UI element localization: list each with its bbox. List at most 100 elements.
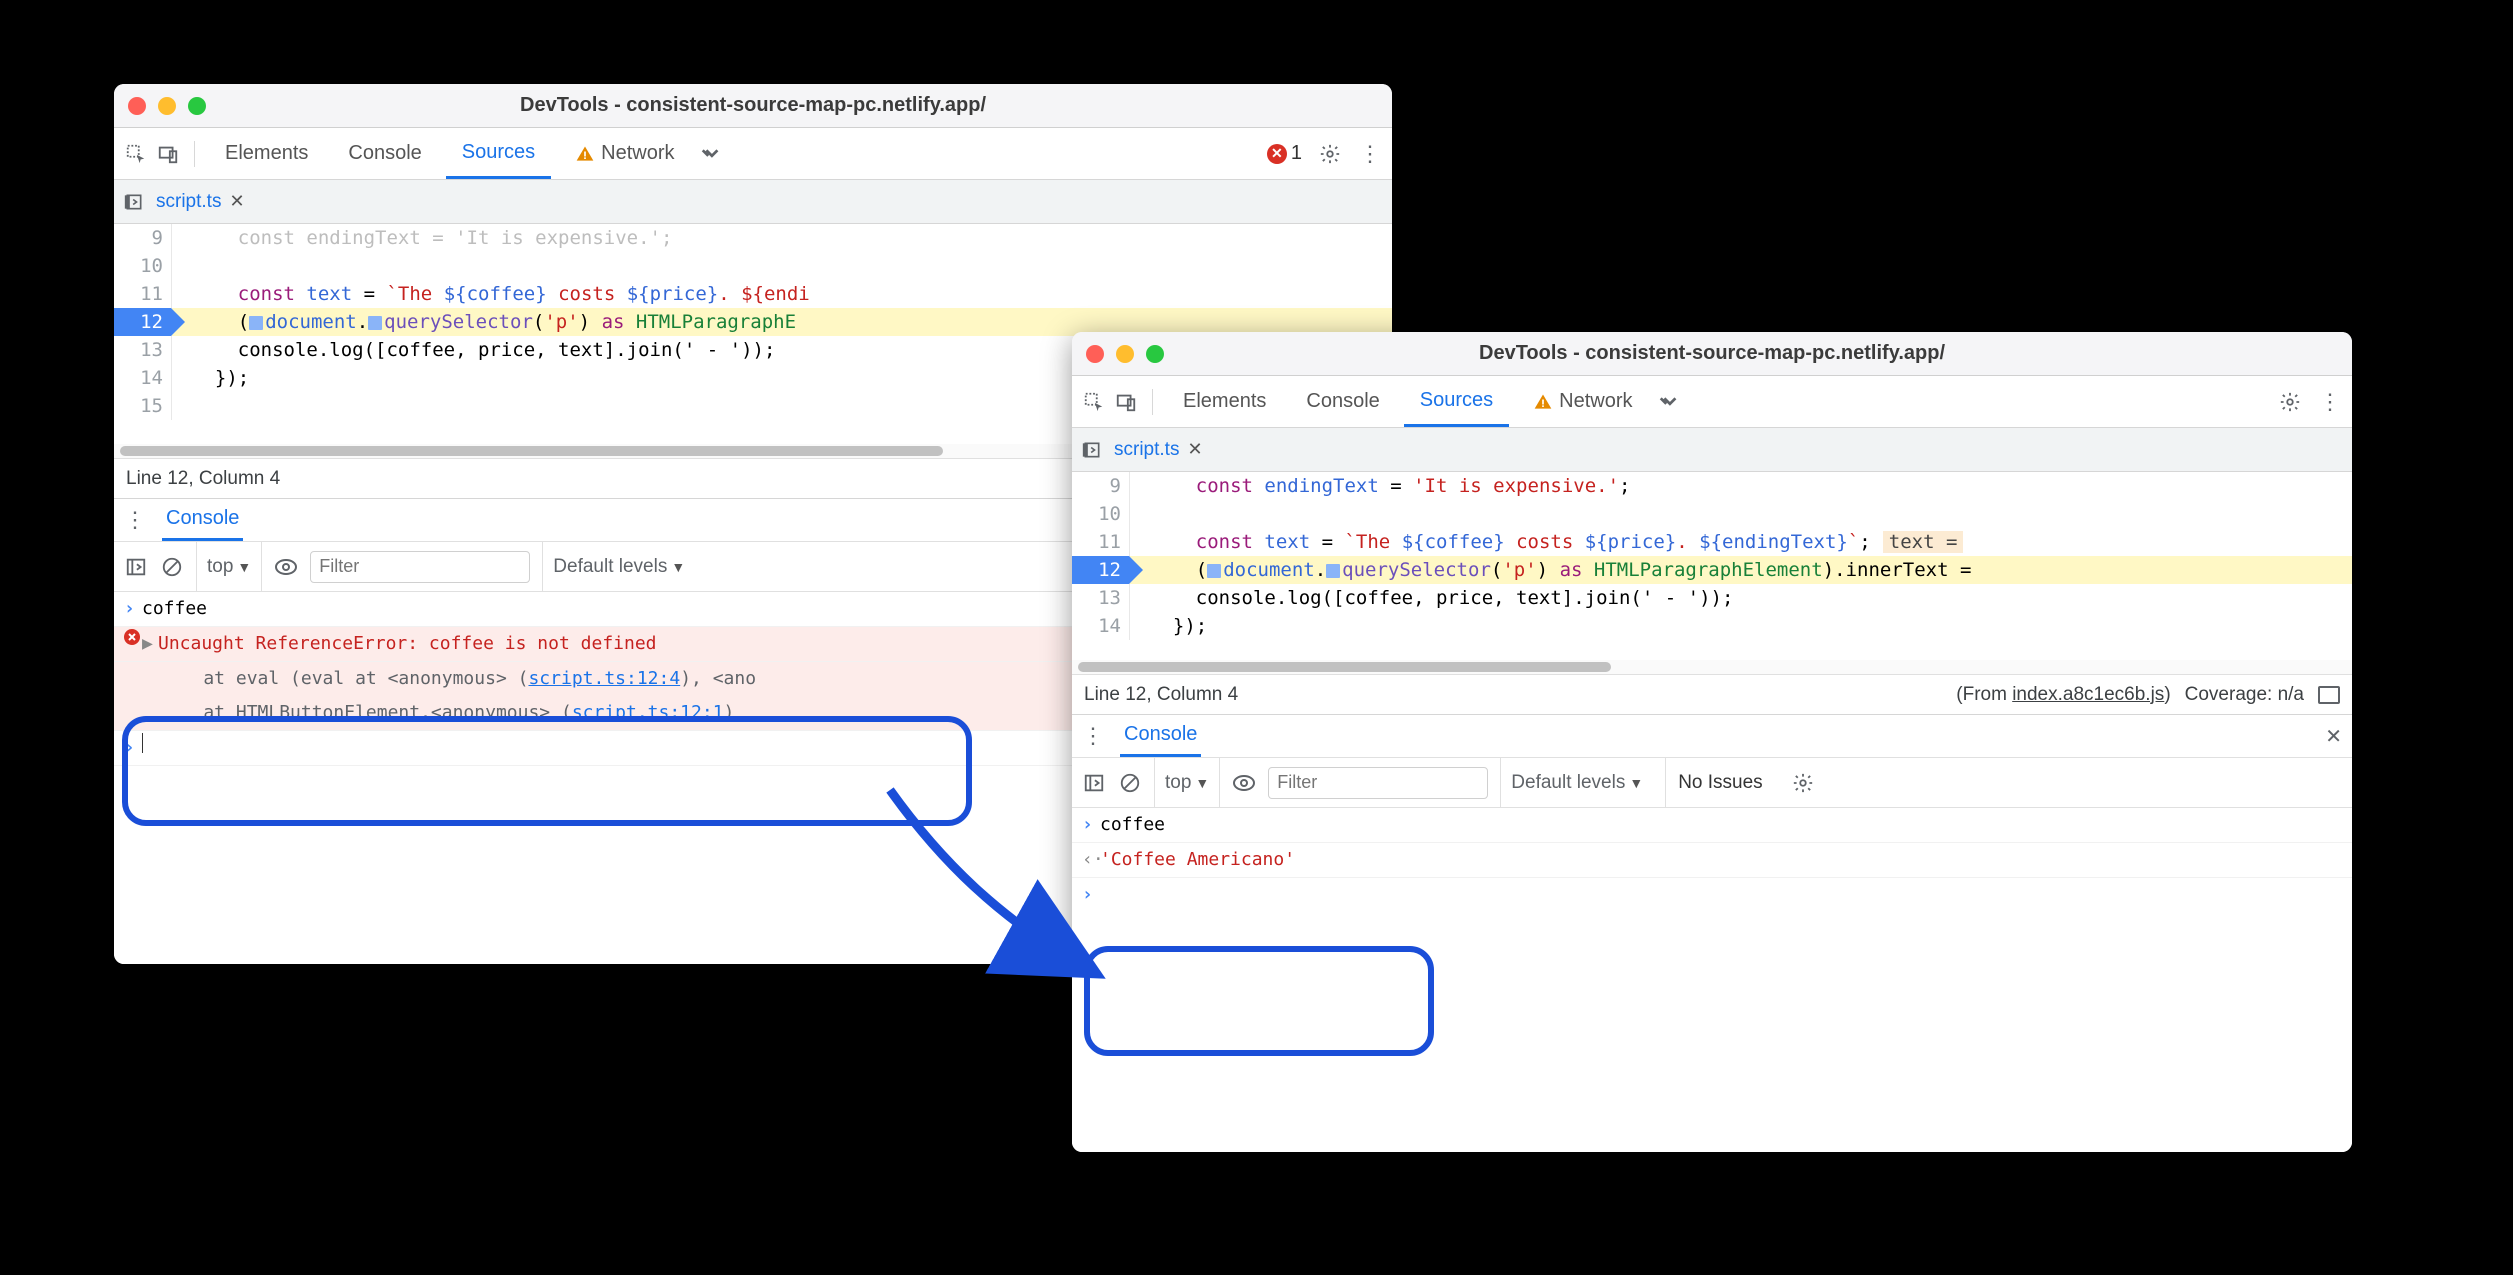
- navigator-icon[interactable]: [1080, 438, 1104, 462]
- minimize-icon[interactable]: [1116, 345, 1134, 363]
- inspect-icon[interactable]: [1082, 390, 1106, 414]
- result-icon: ‹·: [1082, 845, 1100, 875]
- prompt-icon: ›: [124, 733, 142, 763]
- tab-elements[interactable]: Elements: [1167, 378, 1282, 425]
- tab-network[interactable]: Network: [559, 130, 690, 177]
- log-levels[interactable]: Default levels ▼: [542, 542, 695, 591]
- maximize-icon[interactable]: [1146, 345, 1164, 363]
- log-levels-label: Default levels: [1511, 772, 1625, 794]
- inspect-icon[interactable]: [124, 142, 148, 166]
- line-number: 11: [114, 280, 172, 308]
- console-prompt-row[interactable]: ›: [1072, 878, 2352, 912]
- kebab-icon[interactable]: ⋮: [1358, 142, 1382, 166]
- gear-icon[interactable]: [1318, 142, 1342, 166]
- code-editor[interactable]: 9 const endingText = 'It is expensive.';…: [1072, 472, 2352, 660]
- inline-value-hint: text =: [1883, 531, 1964, 553]
- tab-sources[interactable]: Sources: [1404, 377, 1509, 427]
- tab-console[interactable]: Console: [1290, 378, 1395, 425]
- warning-icon: [575, 144, 595, 164]
- more-tabs-icon[interactable]: [699, 142, 723, 166]
- debug-hint-icon: [249, 316, 263, 330]
- sidebar-toggle-icon[interactable]: [124, 555, 148, 579]
- cursor-position: Line 12, Column 4: [1084, 684, 1238, 706]
- close-icon[interactable]: [128, 97, 146, 115]
- main-toolbar: Elements Console Sources Network ✕ 1 ⋮: [114, 128, 1392, 180]
- tab-network[interactable]: Network: [1517, 378, 1648, 425]
- source-map-link[interactable]: index.a8c1ec6b.js: [2012, 684, 2164, 705]
- traffic-lights: [1086, 345, 1164, 363]
- close-icon[interactable]: ✕: [229, 191, 244, 212]
- kebab-icon[interactable]: ⋮: [124, 507, 146, 533]
- log-levels[interactable]: Default levels ▼: [1500, 758, 1653, 807]
- line-number-exec: 12: [1072, 556, 1130, 584]
- close-icon[interactable]: ✕: [2325, 724, 2342, 749]
- error-indicator[interactable]: ✕ 1: [1267, 142, 1302, 165]
- file-tab-scriptts[interactable]: script.ts ✕: [156, 191, 245, 213]
- tab-elements[interactable]: Elements: [209, 130, 324, 177]
- titlebar[interactable]: DevTools - consistent-source-map-pc.netl…: [114, 84, 1392, 128]
- code-line: console.log([coffee, price, text].join('…: [1130, 584, 2352, 612]
- clear-console-icon[interactable]: [160, 555, 184, 579]
- status-bar: Line 12, Column 4 (From index.a8c1ec6b.j…: [1072, 674, 2352, 714]
- tab-network-label: Network: [1559, 390, 1632, 413]
- context-selector[interactable]: top ▼: [1154, 758, 1220, 807]
- drawer-tab-console[interactable]: Console: [1120, 715, 1201, 757]
- chevron-down-icon: ▼: [671, 559, 685, 575]
- tab-sources[interactable]: Sources: [446, 129, 551, 179]
- line-number: 13: [1072, 584, 1130, 612]
- console-result-row: ‹· 'Coffee Americano': [1072, 843, 2352, 878]
- console-toolbar: top ▼ Default levels ▼ No Issues: [1072, 758, 2352, 808]
- line-number: 11: [1072, 528, 1130, 556]
- log-levels-label: Default levels: [553, 556, 667, 578]
- code-line: const text = `The ${coffee} costs ${pric…: [1130, 528, 2352, 556]
- filter-input[interactable]: [310, 551, 530, 583]
- debug-hint-icon: [1207, 564, 1221, 578]
- chevron-down-icon: ▼: [1629, 775, 1643, 791]
- line-number: 14: [1072, 612, 1130, 640]
- more-tabs-icon[interactable]: [1657, 390, 1681, 414]
- live-expression-icon[interactable]: [1232, 771, 1256, 795]
- close-icon[interactable]: ✕: [1187, 439, 1202, 460]
- error-count: 1: [1291, 142, 1302, 165]
- stack-link[interactable]: script.ts:12:4: [528, 668, 680, 689]
- line-number: 9: [114, 224, 172, 252]
- expand-icon[interactable]: ▶: [142, 629, 158, 659]
- gear-icon[interactable]: [2278, 390, 2302, 414]
- stack-link[interactable]: script.ts:12:1: [572, 702, 724, 723]
- maximize-icon[interactable]: [188, 97, 206, 115]
- no-issues-label[interactable]: No Issues: [1665, 758, 1774, 807]
- line-number: 10: [1072, 500, 1130, 528]
- chevron-down-icon: ▼: [237, 559, 251, 575]
- console-input: coffee: [1100, 810, 2342, 840]
- code-line: [172, 252, 1392, 280]
- error-icon: [124, 629, 142, 645]
- code-line: const endingText = 'It is expensive.';: [172, 224, 1392, 252]
- clear-console-icon[interactable]: [1118, 771, 1142, 795]
- navigator-icon[interactable]: [122, 190, 146, 214]
- cursor-position: Line 12, Column 4: [126, 468, 280, 490]
- line-number: 9: [1072, 472, 1130, 500]
- filter-input[interactable]: [1268, 767, 1488, 799]
- close-icon[interactable]: [1086, 345, 1104, 363]
- context-selector[interactable]: top ▼: [196, 542, 262, 591]
- debug-hint-icon: [368, 316, 382, 330]
- line-number: 14: [114, 364, 172, 392]
- live-expression-icon[interactable]: [274, 555, 298, 579]
- code-line-current: (document.querySelector('p') as HTMLPara…: [1130, 556, 2352, 584]
- error-icon: ✕: [1267, 144, 1287, 164]
- kebab-icon[interactable]: ⋮: [2318, 390, 2342, 414]
- sidebar-toggle-icon[interactable]: [1082, 771, 1106, 795]
- console-body[interactable]: › coffee ‹· 'Coffee Americano' ›: [1072, 808, 2352, 1152]
- device-toolbar-icon[interactable]: [1114, 390, 1138, 414]
- file-tab-scriptts[interactable]: script.ts ✕: [1114, 439, 1203, 461]
- drawer-tab-console[interactable]: Console: [162, 499, 243, 541]
- horizontal-scrollbar[interactable]: [1072, 660, 2352, 674]
- device-toolbar-icon[interactable]: [156, 142, 180, 166]
- gear-icon[interactable]: [1791, 771, 1815, 795]
- titlebar[interactable]: DevTools - consistent-source-map-pc.netl…: [1072, 332, 2352, 376]
- coverage-icon[interactable]: [2318, 686, 2340, 704]
- kebab-icon[interactable]: ⋮: [1082, 723, 1104, 749]
- minimize-icon[interactable]: [158, 97, 176, 115]
- prompt-icon: ›: [124, 594, 142, 624]
- tab-console[interactable]: Console: [332, 130, 437, 177]
